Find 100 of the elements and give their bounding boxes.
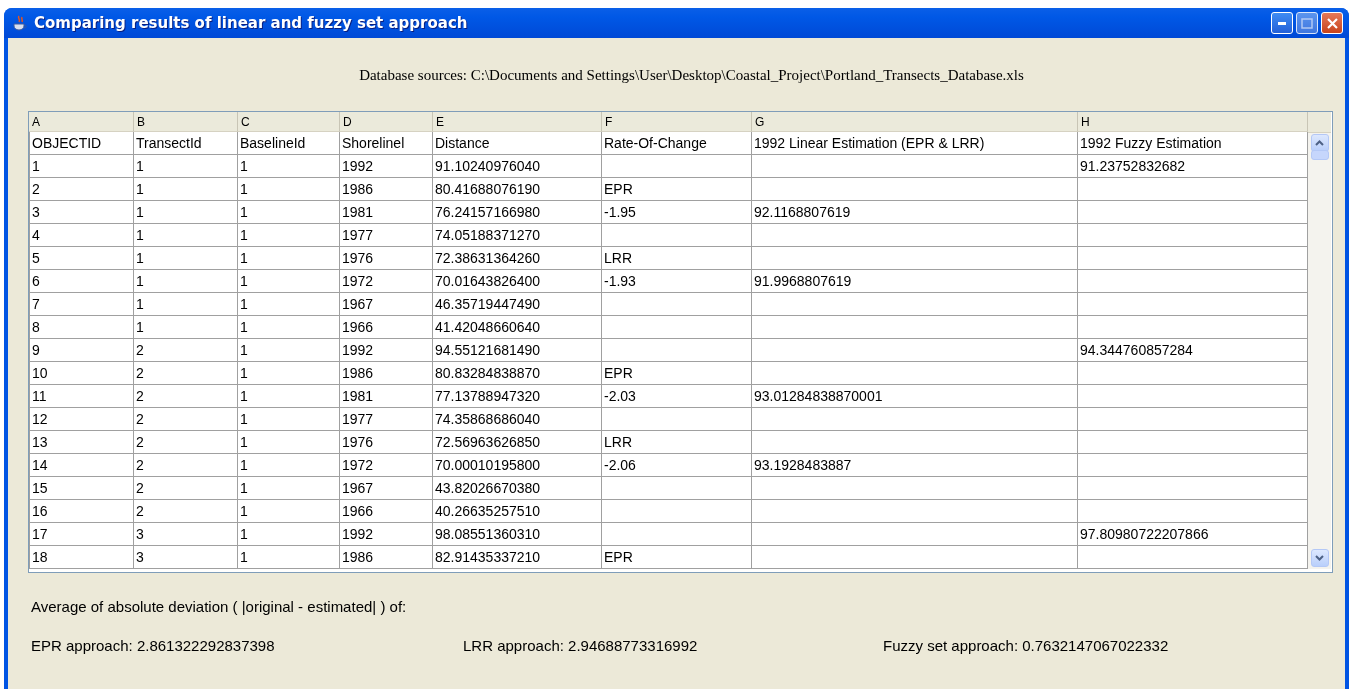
table-cell: 72.56963626850 xyxy=(433,431,602,454)
scroll-down-button[interactable] xyxy=(1310,549,1329,567)
vertical-scrollbar[interactable] xyxy=(1308,112,1331,569)
table-cell: 2 xyxy=(134,454,238,477)
table-cell: 91.23752832682 xyxy=(1078,155,1308,178)
scroll-up-button[interactable] xyxy=(1310,134,1329,152)
deviation-heading: Average of absolute deviation ( |original - estimated| ) of: xyxy=(31,598,407,615)
table-cell: LRR xyxy=(602,247,752,270)
table-cell: 74.35868686040 xyxy=(433,408,602,431)
table-cell: 1986 xyxy=(340,178,433,201)
column-header[interactable]: A xyxy=(29,112,134,132)
table-cell: 1972 xyxy=(340,270,433,293)
table-cell: TransectId xyxy=(134,132,238,155)
table-cell: -2.06 xyxy=(602,454,752,477)
table-cell: 1966 xyxy=(340,500,433,523)
table-cell: 9 xyxy=(29,339,134,362)
table-cell: OBJECTID xyxy=(29,132,134,155)
table-cell: 1 xyxy=(238,316,340,339)
table-cell: 77.13788947320 xyxy=(433,385,602,408)
table-cell: 1 xyxy=(238,454,340,477)
column-header[interactable]: G xyxy=(752,112,1078,132)
table-cell: 1986 xyxy=(340,546,433,569)
table-cell: -1.93 xyxy=(602,270,752,293)
table-cell: 40.26635257510 xyxy=(433,500,602,523)
table-cell: 91.9968807619 xyxy=(752,270,1078,293)
table-cell: 1 xyxy=(134,201,238,224)
table-cell: 2 xyxy=(134,362,238,385)
table-cell: 1 xyxy=(238,477,340,500)
table-cell: 1977 xyxy=(340,224,433,247)
table-cell: 3 xyxy=(134,546,238,569)
table-cell: 1 xyxy=(238,224,340,247)
table-cell: Distance xyxy=(433,132,602,155)
header-corner xyxy=(1308,112,1331,133)
table-cell: Rate-Of-Change xyxy=(602,132,752,155)
table-cell: 6 xyxy=(29,270,134,293)
table-cell: 18 xyxy=(29,546,134,569)
approach-result: EPR approach: 2.861322292837398 xyxy=(31,637,276,654)
table-cell: 2 xyxy=(134,431,238,454)
table-cell: 1972 xyxy=(340,454,433,477)
table-cell: 4 xyxy=(29,224,134,247)
table-cell: 8 xyxy=(29,316,134,339)
table-cell: 1 xyxy=(238,247,340,270)
table-cell: 2 xyxy=(134,385,238,408)
table-cell: 12 xyxy=(29,408,134,431)
table-cell: 13 xyxy=(29,431,134,454)
table-cell: 3 xyxy=(29,201,134,224)
table-cell: 7 xyxy=(29,293,134,316)
table-cell: 92.1168807619 xyxy=(752,201,1078,224)
table-cell: 82.91435337210 xyxy=(433,546,602,569)
table-cell: -1.95 xyxy=(602,201,752,224)
minimize-icon xyxy=(1278,21,1286,25)
table-cell: 1 xyxy=(134,224,238,247)
maximize-button[interactable] xyxy=(1296,12,1318,34)
table-cell: 1 xyxy=(238,408,340,431)
table-cell: 1 xyxy=(238,270,340,293)
table-cell: 1986 xyxy=(340,362,433,385)
table-cell: 1 xyxy=(238,178,340,201)
close-button[interactable] xyxy=(1321,12,1343,34)
column-header[interactable]: F xyxy=(602,112,752,132)
table-cell: 1 xyxy=(238,500,340,523)
table-cell: 98.08551360310 xyxy=(433,523,602,546)
table-cell: 70.01643826400 xyxy=(433,270,602,293)
column-header[interactable]: D xyxy=(340,112,433,132)
table-cell: 5 xyxy=(29,247,134,270)
table-cell: 15 xyxy=(29,477,134,500)
table-cell: 1 xyxy=(238,201,340,224)
table-cell: 91.10240976040 xyxy=(433,155,602,178)
table-cell: 17 xyxy=(29,523,134,546)
table-cell: 46.35719447490 xyxy=(433,293,602,316)
caret-down-icon xyxy=(1315,555,1324,561)
table-cell: 16 xyxy=(29,500,134,523)
table-cell: 1 xyxy=(238,339,340,362)
column-header[interactable]: E xyxy=(433,112,602,132)
table-cell: 1 xyxy=(134,293,238,316)
table-cell: 93.01284838870001 xyxy=(752,385,1078,408)
minimize-button[interactable] xyxy=(1271,12,1293,34)
column-header[interactable]: C xyxy=(238,112,340,132)
coffee-cup-icon xyxy=(12,15,28,31)
table-cell: 70.00010195800 xyxy=(433,454,602,477)
table-cell: 97.80980722207866 xyxy=(1078,523,1308,546)
table-cell: 1981 xyxy=(340,201,433,224)
table-cell: 1967 xyxy=(340,477,433,500)
table-cell: 1 xyxy=(134,316,238,339)
table-cell: Shorelinel xyxy=(340,132,433,155)
scroll-thumb[interactable] xyxy=(1310,150,1329,160)
table-cell: 1967 xyxy=(340,293,433,316)
table-cell: 10 xyxy=(29,362,134,385)
table-cell: 1976 xyxy=(340,247,433,270)
table-cell: EPR xyxy=(602,362,752,385)
column-header[interactable]: H xyxy=(1078,112,1308,132)
table-cell: 1 xyxy=(134,155,238,178)
table-cell: 1 xyxy=(238,546,340,569)
maximize-icon xyxy=(1301,17,1313,29)
table-cell: LRR xyxy=(602,431,752,454)
table-cell: 1 xyxy=(29,155,134,178)
table-cell: 43.82026670380 xyxy=(433,477,602,500)
table-cell: 2 xyxy=(134,408,238,431)
table-cell: 14 xyxy=(29,454,134,477)
table-cell: 2 xyxy=(134,500,238,523)
column-header[interactable]: B xyxy=(134,112,238,132)
